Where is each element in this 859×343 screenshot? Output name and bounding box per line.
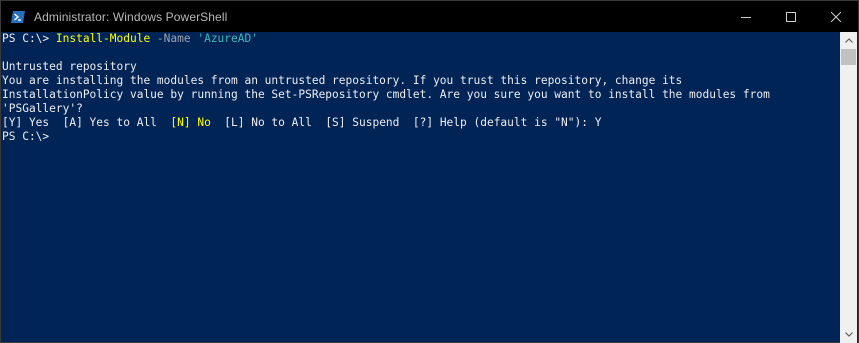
warning-heading: Untrusted repository bbox=[2, 60, 137, 73]
warning-text-line: 'PSGallery'? bbox=[2, 102, 83, 115]
minimize-icon bbox=[740, 16, 751, 18]
warning-text-line: You are installing the modules from an u… bbox=[2, 74, 683, 87]
close-button[interactable] bbox=[813, 1, 858, 32]
maximize-icon bbox=[785, 11, 796, 22]
parameter-value: 'AzureAD' bbox=[197, 32, 258, 45]
vertical-scrollbar[interactable] bbox=[840, 32, 857, 343]
close-icon bbox=[830, 11, 841, 22]
scroll-up-button[interactable] bbox=[840, 32, 857, 49]
command-name: Install-Module bbox=[55, 32, 151, 45]
window-controls bbox=[723, 1, 858, 32]
choice-options-rest: [L] No to All [S] Suspend [?] Help (defa… bbox=[210, 116, 602, 129]
console-output[interactable]: PS C:\> Install-Module -Name 'AzureAD' U… bbox=[1, 32, 841, 342]
default-choice: [N] No bbox=[170, 116, 211, 129]
choice-options: [Y] Yes [A] Yes to All bbox=[2, 116, 171, 129]
maximize-button[interactable] bbox=[768, 1, 813, 32]
scroll-down-button[interactable] bbox=[840, 326, 857, 343]
parameter-name: -Name bbox=[150, 32, 198, 45]
choice-prompt-line: [Y] Yes [A] Yes to All [N] No [L] No to … bbox=[2, 116, 841, 130]
arrow-up-icon bbox=[844, 38, 853, 43]
scrollbar-thumb[interactable] bbox=[841, 49, 856, 65]
powershell-window: Administrator: Windows PowerShell PS C:\… bbox=[0, 0, 859, 343]
prompt: PS C:\> bbox=[2, 32, 56, 45]
title-bar[interactable]: Administrator: Windows PowerShell bbox=[1, 1, 858, 32]
command-line: PS C:\> Install-Module -Name 'AzureAD' bbox=[2, 32, 841, 46]
warning-text-line: InstallationPolicy value by running the … bbox=[2, 88, 770, 101]
current-prompt: PS C:\> bbox=[2, 130, 50, 143]
arrow-down-icon bbox=[844, 332, 853, 337]
window-title: Administrator: Windows PowerShell bbox=[34, 9, 228, 24]
powershell-icon bbox=[10, 9, 26, 25]
minimize-button[interactable] bbox=[723, 1, 768, 32]
